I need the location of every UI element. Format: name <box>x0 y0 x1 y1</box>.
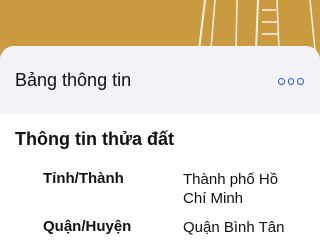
more-options-button[interactable] <box>278 75 305 87</box>
more-horizontal-icon <box>278 77 285 85</box>
info-panel-header: Bảng thông tin <box>0 46 320 114</box>
more-horizontal-icon <box>287 77 295 85</box>
more-horizontal-icon <box>297 77 305 85</box>
section-title: Thông tin thửa đất <box>15 129 175 149</box>
panel-title: Bảng thông tin <box>15 70 132 90</box>
info-panel: Bảng thông tin Thông tin thửa đất Tỉnh/T… <box>0 46 320 240</box>
province-label: Tỉnh/Thành <box>43 170 124 187</box>
district-value: Quận Bình Tân <box>183 219 285 236</box>
district-label: Quận/Huyện <box>43 218 132 235</box>
province-value: Thành phố Hồ Chí Minh <box>183 171 279 207</box>
